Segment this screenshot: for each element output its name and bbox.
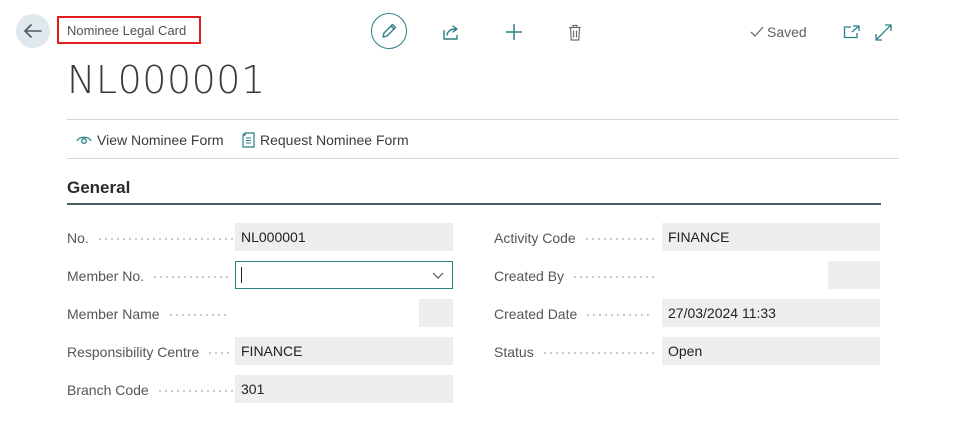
field-label-branch-code-text: Branch Code [67, 382, 149, 398]
nominee-legal-card-page: Nominee Legal Card Saved NL000001 View N… [0, 0, 963, 422]
leader-dots [96, 238, 233, 240]
trash-icon [569, 24, 581, 41]
field-label-activity-code-text: Activity Code [494, 230, 576, 246]
field-label-created-by: Created By [494, 262, 655, 290]
page-caption: Nominee Legal Card [57, 16, 201, 44]
back-arrow-icon [24, 24, 42, 38]
request-nominee-form-label: Request Nominee Form [260, 132, 409, 148]
checkmark-icon [750, 26, 764, 37]
pencil-icon [382, 23, 397, 38]
action-bar-top-divider [67, 119, 899, 120]
field-value-created-date[interactable]: 27/03/2024 11:33 [662, 299, 880, 327]
field-value-member-name[interactable] [235, 299, 453, 327]
new-button[interactable] [503, 21, 525, 43]
field-label-created-date: Created Date [494, 300, 652, 328]
field-label-status-text: Status [494, 344, 534, 360]
section-title-general[interactable]: General [67, 178, 130, 198]
field-label-member-no: Member No. [67, 262, 229, 290]
saved-status-text: Saved [767, 24, 807, 40]
back-button[interactable] [16, 14, 50, 48]
chevron-down-icon[interactable] [432, 272, 444, 280]
leader-dots [152, 276, 229, 278]
request-nominee-form-action[interactable]: Request Nominee Form [242, 130, 409, 150]
open-in-new-window-icon [843, 25, 860, 39]
field-label-no: No. [67, 224, 233, 252]
field-value-activity-code[interactable]: FINANCE [662, 223, 880, 251]
eye-icon [76, 136, 92, 144]
leader-dots [207, 352, 230, 354]
field-label-responsibility-centre: Responsibility Centre [67, 338, 230, 366]
field-label-responsibility-centre-text: Responsibility Centre [67, 344, 200, 360]
edit-button[interactable] [371, 13, 407, 49]
action-bar-bottom-divider [67, 158, 899, 159]
field-label-created-by-text: Created By [494, 268, 565, 284]
view-nominee-form-label: View Nominee Form [97, 132, 224, 148]
field-value-branch-code[interactable]: 301 [235, 375, 453, 403]
field-value-created-by[interactable] [662, 261, 880, 289]
field-label-member-name: Member Name [67, 300, 228, 328]
open-new-window-button[interactable] [841, 23, 861, 41]
field-label-no-text: No. [67, 230, 89, 246]
field-value-responsibility-centre[interactable]: FINANCE [235, 337, 453, 365]
field-label-activity-code: Activity Code [494, 224, 654, 252]
expand-button[interactable] [873, 22, 893, 42]
saved-status: Saved [750, 24, 807, 40]
plus-icon [506, 24, 522, 40]
section-divider [67, 203, 881, 205]
leader-dots [156, 390, 233, 392]
delete-button[interactable] [566, 21, 584, 43]
field-label-branch-code: Branch Code [67, 376, 233, 404]
leader-dots [585, 314, 652, 316]
member-no-input[interactable] [235, 261, 453, 289]
field-label-member-no-text: Member No. [67, 268, 145, 284]
field-value-no[interactable]: NL000001 [235, 223, 453, 251]
leader-dots [572, 276, 655, 278]
view-nominee-form-action[interactable]: View Nominee Form [76, 130, 224, 150]
share-button[interactable] [440, 22, 462, 42]
record-title: NL000001 [67, 58, 266, 102]
field-label-status: Status [494, 338, 656, 366]
leader-dots [167, 314, 228, 316]
document-icon [242, 132, 255, 148]
field-label-created-date-text: Created Date [494, 306, 578, 322]
expand-icon [874, 23, 892, 41]
field-label-member-name-text: Member Name [67, 306, 160, 322]
page-caption-text: Nominee Legal Card [67, 22, 187, 38]
field-value-status[interactable]: Open [662, 337, 880, 365]
text-cursor [241, 267, 242, 283]
share-icon [443, 24, 458, 40]
leader-dots [583, 238, 654, 240]
leader-dots [541, 352, 656, 354]
